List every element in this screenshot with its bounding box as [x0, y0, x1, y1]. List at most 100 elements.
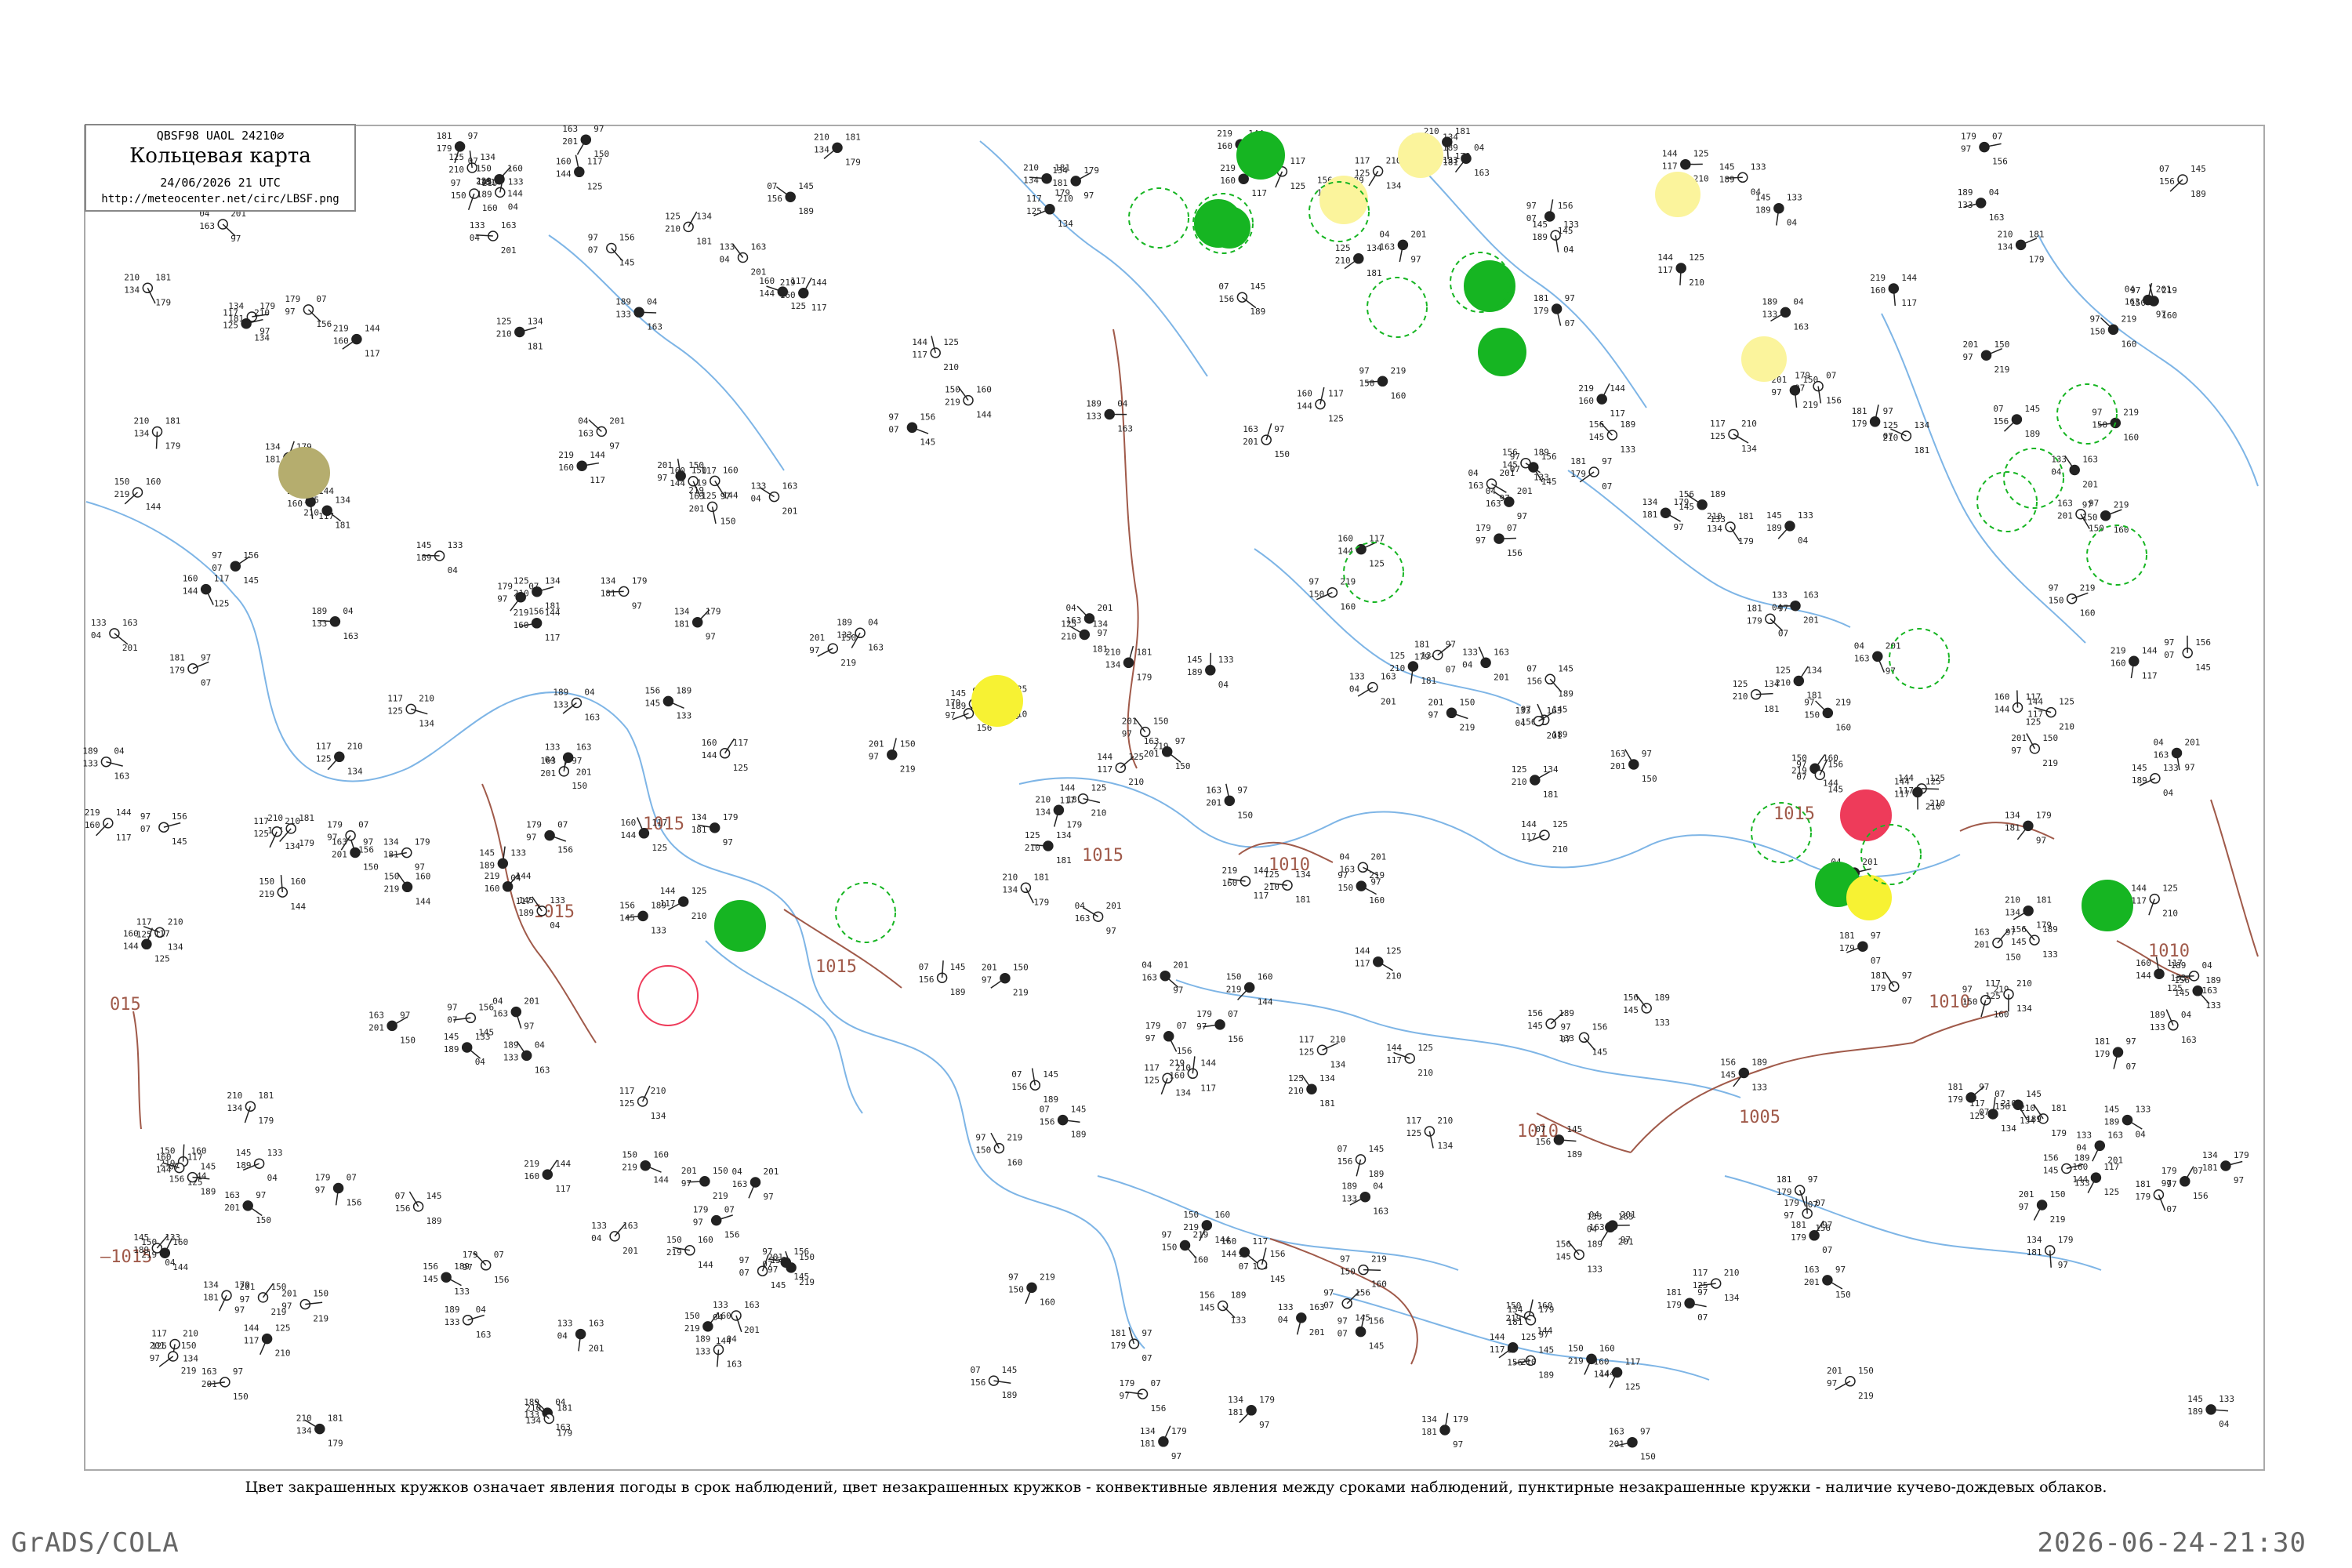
station-value: 160	[146, 477, 162, 487]
station-value: 156	[1507, 548, 1523, 558]
station-value: 97	[2185, 763, 2195, 773]
station-value: 07	[1561, 1034, 1571, 1044]
station-value: 163	[2181, 1035, 2197, 1045]
station-value: 144	[183, 586, 198, 597]
station-value: 145	[1043, 1069, 1058, 1080]
station-value: 117	[590, 475, 605, 485]
station-value: 150	[114, 477, 130, 487]
station-value: 179	[258, 1116, 274, 1126]
station-value: 160	[514, 620, 529, 630]
station-value: 160	[1994, 1010, 2009, 1020]
station-value: 219	[2080, 583, 2096, 593]
station-value: 219	[684, 1323, 700, 1334]
station-value: 181	[1666, 1287, 1682, 1298]
station-value: 145	[518, 895, 534, 906]
station-value: 145	[644, 698, 660, 708]
station-value: 163	[732, 1179, 748, 1189]
station-value: 07	[724, 1205, 735, 1215]
station-value: 179	[1961, 132, 1976, 142]
station-value: 201	[2082, 480, 2098, 490]
station-value: 179	[1795, 371, 1810, 381]
station-value: 97	[809, 645, 819, 655]
source-url: http://meteocenter.net/circ/LBSF.png	[101, 193, 339, 205]
station-value: 134	[1914, 420, 1929, 430]
station-value: 07	[1228, 1009, 1238, 1019]
station-value: 133	[1443, 155, 1458, 165]
station-value: 163	[201, 1367, 217, 1377]
station-value: 156	[1200, 1290, 1215, 1301]
station-value: 150	[1153, 717, 1169, 727]
station-value: 145	[1541, 477, 1557, 487]
station-value: 189	[2026, 1114, 2042, 1124]
station-value: 201	[524, 996, 539, 1007]
station-value: 160	[653, 1150, 669, 1160]
station-value: 125	[1264, 869, 1279, 880]
station-value: 201	[782, 506, 798, 517]
station-value: 07	[1902, 996, 1912, 1006]
station-value: 163	[1309, 1302, 1325, 1312]
station-value: 07	[2126, 1062, 2136, 1072]
station-value: 189	[1710, 489, 1726, 499]
station-value: 219	[666, 1247, 682, 1258]
station-value: 210	[665, 223, 681, 234]
map-header: QBSF98 UAOL 24210∅ Кольцевая карта 24/06…	[85, 124, 356, 212]
station-value: 179	[2161, 1166, 2177, 1176]
station-value: 210	[2016, 978, 2032, 989]
station-value: 134	[1105, 659, 1121, 670]
station-value: 125	[223, 321, 238, 331]
wind-barb	[155, 431, 158, 449]
station-value: 145	[1566, 1124, 1582, 1134]
station-value: 97	[1145, 1033, 1156, 1044]
station-value: 210	[1035, 794, 1051, 804]
station-value: 210	[124, 272, 140, 282]
station-value: 179	[1110, 1341, 1126, 1351]
station-value: 181	[169, 653, 185, 663]
station-value: 181	[1110, 1328, 1126, 1338]
station-value: 156	[619, 233, 635, 243]
station-value: 210	[2162, 909, 2178, 919]
station-value: 145	[426, 1191, 442, 1201]
station-value: 144	[172, 1262, 188, 1272]
station-value: 181	[383, 850, 399, 860]
station-value: 201	[224, 1203, 240, 1213]
station-value: 97	[2036, 835, 2046, 845]
station-value: 210	[1288, 1086, 1304, 1096]
station-value: 97	[1370, 877, 1381, 887]
station-value: 210	[1552, 844, 1568, 855]
station-value: 156	[793, 1247, 809, 1257]
station-value: 133	[445, 1317, 460, 1327]
station-value: 201	[576, 767, 592, 777]
station-value: 201	[869, 739, 884, 750]
station-value: 156	[1720, 1058, 1736, 1068]
station-value: 181	[1319, 1098, 1335, 1109]
station-value: 134	[1035, 807, 1051, 817]
station-value: 160	[620, 818, 636, 828]
station-value: 163	[1206, 785, 1221, 795]
station-value: 125	[496, 317, 512, 327]
station-value: 156	[1555, 1239, 1571, 1249]
station-value: 150	[1804, 710, 1820, 720]
station-value: 04	[727, 1334, 738, 1345]
station-value: 97	[869, 752, 879, 762]
station-value: 189	[426, 1216, 442, 1226]
weather-circle-green	[1478, 328, 1526, 376]
station-value: 179	[1259, 1395, 1275, 1405]
station-value: 160	[1217, 141, 1232, 151]
station-value: 219	[1391, 365, 1406, 376]
station-value: 201	[1243, 437, 1258, 447]
station-value: 160	[1169, 1070, 1185, 1080]
station-value: 117	[136, 916, 152, 927]
station-value: 201	[1862, 857, 1878, 867]
station-value: 156	[2195, 637, 2211, 648]
station-value: 04	[720, 255, 731, 265]
station-value: 97	[1822, 1220, 1832, 1230]
station-value: 145	[2132, 763, 2147, 773]
station-value: 156	[2193, 1191, 2209, 1201]
station-value: 133	[2163, 763, 2179, 773]
station-value: 160	[2123, 433, 2139, 443]
station-value: 134	[347, 766, 363, 776]
station-value: 181	[1852, 406, 1867, 416]
station-value: 07	[1697, 1312, 1708, 1323]
station-value: 156	[2159, 176, 2175, 187]
station-value: 181	[2135, 1179, 2151, 1189]
